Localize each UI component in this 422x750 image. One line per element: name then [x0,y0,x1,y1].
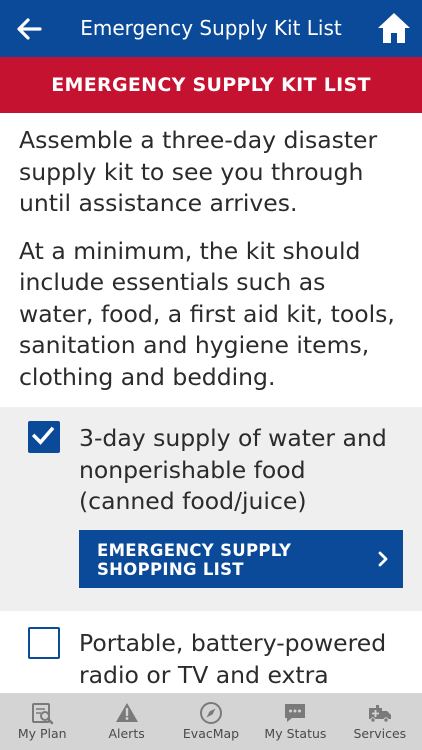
item-checkbox[interactable] [28,421,60,453]
checkmark-icon [31,426,55,445]
content-scroll-area[interactable]: Assemble a three-day disaster supply kit… [0,113,422,693]
item-checkbox[interactable] [28,627,60,659]
ambulance-icon [368,705,391,723]
chevron-right-icon [378,551,388,567]
tab-evacmap[interactable]: EvacMap [169,693,253,750]
checklist-item-label: Portable, battery-powered radio or TV an… [79,629,387,689]
shopping-list-button-label: EMERGENCY SUPPLY SHOPPING LIST [97,541,292,579]
tab-my-status[interactable]: My Status [253,693,337,750]
shopping-list-button[interactable]: EMERGENCY SUPPLY SHOPPING LIST [79,530,403,588]
arrow-left-icon[interactable] [14,14,44,44]
checklist-item: Portable, battery-powered radio or TV an… [0,611,422,693]
bottom-tab-bar: My Plan Alerts EvacMap My Status Service… [0,693,422,750]
chat-bubble-icon [285,704,306,722]
warning-icon [115,703,138,722]
tab-label: My Status [264,726,327,741]
plan-search-icon [32,703,54,725]
tab-services[interactable]: Services [338,693,422,750]
tab-label: My Plan [17,726,67,741]
tab-alerts[interactable]: Alerts [84,693,168,750]
intro-paragraph-1: Assemble a three-day disaster supply kit… [19,126,378,217]
top-app-bar: Emergency Supply Kit List [0,0,422,57]
compass-icon [200,702,223,724]
home-icon[interactable] [376,10,412,46]
tab-label: Services [353,726,407,741]
checklist-item: 3-day supply of water and nonperishable … [0,407,422,611]
section-banner: EMERGENCY SUPPLY KIT LIST [0,57,422,113]
checklist-item-label: 3-day supply of water and nonperishable … [79,424,387,515]
tab-label: EvacMap [182,726,240,741]
tab-my-plan[interactable]: My Plan [0,693,84,750]
intro-paragraph-2: At a minimum, the kit should include ess… [19,236,395,391]
tab-label: Alerts [108,726,145,741]
page-title: Emergency Supply Kit List [80,16,342,40]
